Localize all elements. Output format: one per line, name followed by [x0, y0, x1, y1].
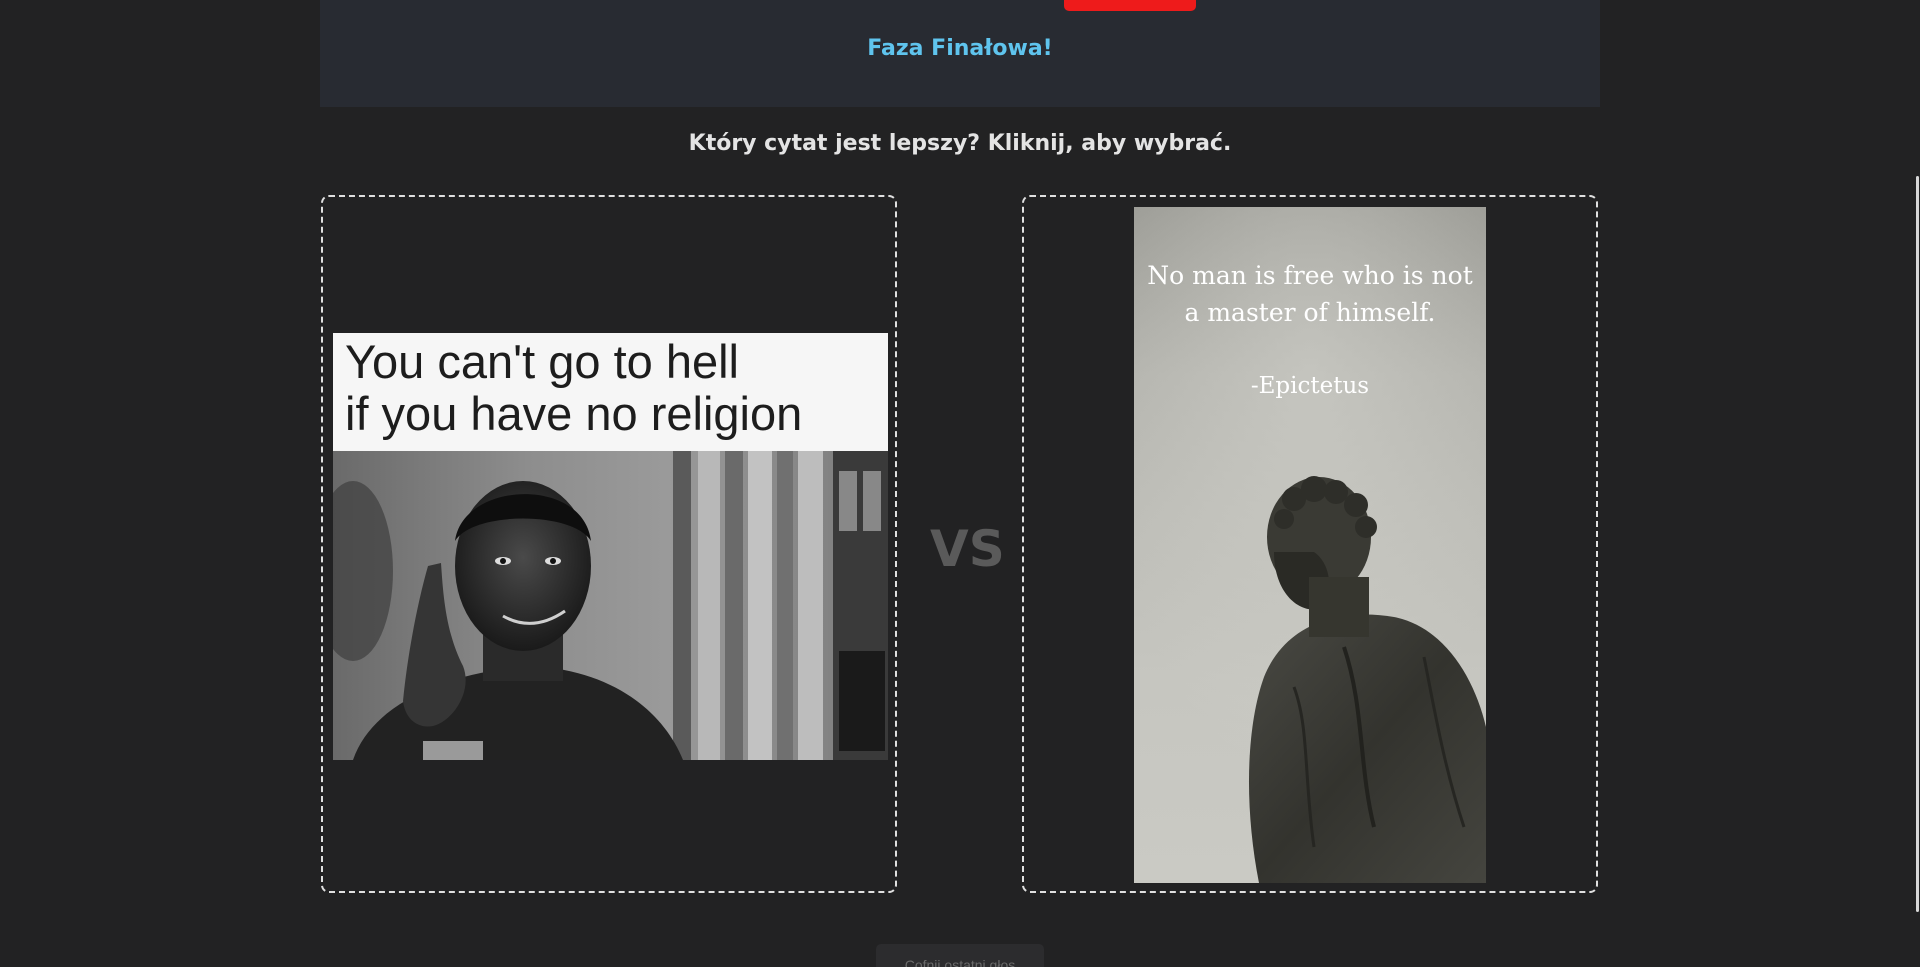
- vs-label: VS: [930, 520, 1005, 578]
- header-panel: Faza Finałowa!: [320, 0, 1600, 107]
- header-top-row: [320, 0, 1600, 12]
- man-pointing-temple-photo: [333, 451, 888, 760]
- page-scrollbar[interactable]: [1915, 0, 1920, 967]
- quote-card-left[interactable]: You can't go to hell if you have no reli…: [321, 195, 897, 893]
- undo-last-vote-button[interactable]: Cofnij ostatni głos: [876, 944, 1044, 967]
- header-red-button[interactable]: [1064, 0, 1196, 11]
- scrollbar-thumb[interactable]: [1916, 176, 1919, 912]
- meme-caption: You can't go to hell if you have no reli…: [345, 335, 803, 440]
- quote-text: No man is free who is not a master of hi…: [1147, 261, 1473, 327]
- phase-title: Faza Finałowa!: [867, 36, 1053, 61]
- page: Faza Finałowa! Który cytat jest lepszy? …: [0, 0, 1920, 967]
- quote-image[interactable]: No man is free who is not a master of hi…: [1134, 207, 1486, 883]
- meme-image[interactable]: You can't go to hell if you have no reli…: [333, 333, 888, 760]
- quote-author: -Epictetus: [1250, 373, 1370, 399]
- quote-card-right[interactable]: No man is free who is not a master of hi…: [1022, 195, 1598, 893]
- question-heading: Który cytat jest lepszy? Kliknij, aby wy…: [688, 131, 1232, 156]
